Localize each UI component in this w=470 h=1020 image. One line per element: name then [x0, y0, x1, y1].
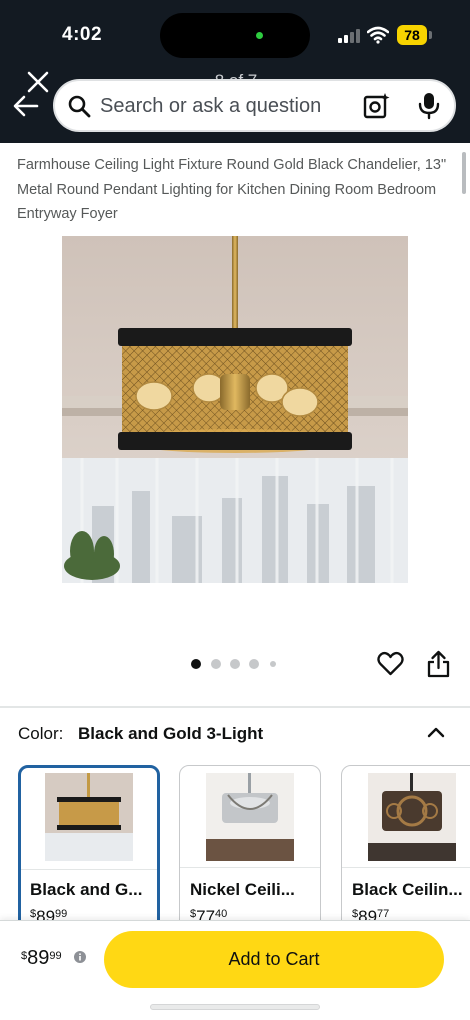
home-indicator[interactable] — [150, 1004, 320, 1010]
color-label: Color: — [18, 724, 64, 743]
scroll-indicator — [462, 152, 466, 194]
battery-tip — [429, 31, 432, 39]
carousel-dot[interactable] — [249, 659, 259, 669]
heart-icon[interactable] — [377, 650, 404, 677]
variant-name: Black Ceilin... — [352, 880, 463, 899]
variant-separator — [21, 869, 157, 870]
variant-separator — [180, 867, 320, 868]
carousel-dot-small[interactable] — [270, 661, 276, 667]
dynamic-island — [160, 13, 310, 58]
variant-thumbnail — [45, 773, 133, 861]
camera-indicator-dot — [256, 32, 263, 39]
close-icon[interactable] — [26, 70, 50, 94]
status-time: 4:02 — [62, 24, 103, 45]
variant-separator — [342, 867, 470, 868]
carousel-dot[interactable] — [230, 659, 240, 669]
variant-card-selected[interactable]: Black and G... $8999 — [18, 765, 160, 935]
section-divider — [0, 706, 470, 708]
search-icon — [68, 95, 91, 118]
back-arrow-icon[interactable] — [12, 92, 40, 120]
color-selected-value: Black and Gold 3-Light — [78, 724, 264, 743]
search-bar[interactable]: Search or ask a question — [53, 79, 456, 132]
info-icon[interactable] — [74, 951, 86, 963]
variant-card[interactable]: Nickel Ceili... $7740 — [179, 765, 321, 935]
microphone-icon[interactable] — [417, 92, 441, 120]
variant-thumbnail — [206, 773, 294, 861]
product-title[interactable]: Farmhouse Ceiling Light Fixture Round Go… — [17, 153, 457, 227]
share-icon[interactable] — [426, 650, 451, 678]
variant-name: Black and G... — [30, 880, 143, 899]
battery-indicator: 78 — [397, 25, 427, 45]
buy-bar: $8999 Add to Cart — [0, 920, 470, 1020]
add-to-cart-button[interactable]: Add to Cart — [104, 931, 444, 988]
product-image[interactable] — [62, 236, 408, 583]
variant-thumbnail — [368, 773, 456, 861]
cellular-signal-icon — [338, 27, 360, 43]
variant-name: Nickel Ceili... — [190, 880, 295, 899]
search-input[interactable]: Search or ask a question — [100, 95, 321, 118]
camera-scan-icon[interactable] — [363, 92, 391, 120]
top-header: 4:02 78 8 of 7 Search or ask a question — [0, 0, 470, 143]
wifi-icon — [367, 26, 389, 44]
variant-card[interactable]: Black Ceilin... $8977 — [341, 765, 470, 935]
carousel-dot[interactable] — [211, 659, 221, 669]
buy-bar-price: $8999 — [21, 947, 62, 969]
chevron-up-icon[interactable] — [425, 721, 447, 743]
carousel-dot-active[interactable] — [191, 659, 201, 669]
